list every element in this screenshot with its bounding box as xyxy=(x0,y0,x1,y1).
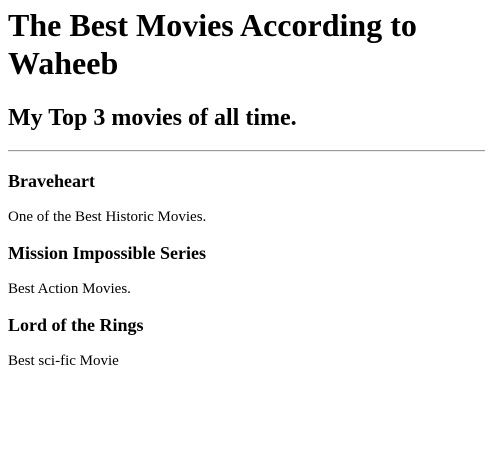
movie-list: Braveheart One of the Best Historic Movi… xyxy=(8,170,485,370)
movie-item-braveheart: Braveheart One of the Best Historic Movi… xyxy=(8,170,485,226)
page-content: The Best Movies According to Waheeb My T… xyxy=(0,0,493,370)
movie-description: Best Action Movies. xyxy=(8,281,131,297)
movie-title: Lord of the Rings xyxy=(8,315,144,335)
divider xyxy=(8,150,485,152)
movie-description: Best sci-fic Movie xyxy=(8,353,119,369)
movie-title: Braveheart xyxy=(8,171,95,191)
movie-item-lord-of-the-rings: Lord of the Rings Best sci-fic Movie xyxy=(8,314,485,370)
movie-description: One of the Best Historic Movies. xyxy=(8,209,207,225)
movie-item-mission-impossible: Mission Impossible Series Best Action Mo… xyxy=(8,242,485,298)
page-title: The Best Movies According to Waheeb xyxy=(8,7,417,81)
movie-title: Mission Impossible Series xyxy=(8,243,207,263)
page-subtitle: My Top 3 movies of all time. xyxy=(8,105,297,131)
